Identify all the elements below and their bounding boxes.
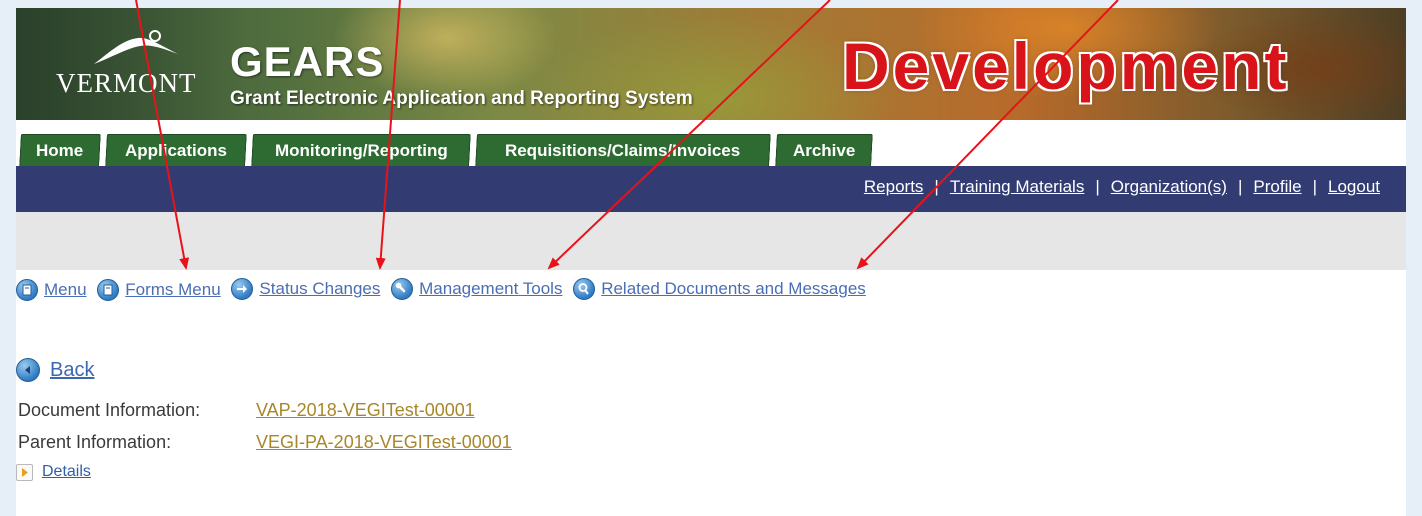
organizations-link[interactable]: Organization(s) [1111,177,1227,196]
menu-item[interactable]: Menu [16,279,87,301]
logout-link[interactable]: Logout [1328,177,1380,196]
related-documents-item[interactable]: Related Documents and Messages [573,278,866,300]
document-number-link[interactable]: VAP-2018-VEGITest-00001 [256,400,475,421]
reports-link[interactable]: Reports [864,177,924,196]
magnifier-icon [573,278,596,300]
details-toggle-row[interactable]: Details [16,463,91,481]
document-icon [16,279,38,301]
back-link[interactable]: Back [50,359,94,382]
environment-label: Development [842,29,1290,103]
details-link[interactable]: Details [42,463,91,481]
utility-nav-bar: Reports | Training Materials | Organization(… [16,166,1406,212]
forms-menu-item[interactable]: Forms Menu [97,279,221,301]
status-changes-item[interactable]: Status Changes [231,278,380,300]
tab-monitoring-reporting[interactable]: Monitoring/Reporting [251,134,471,166]
parent-info-label: Parent Information: [18,432,172,452]
page-frame: VERMONT GEARS Grant Electronic Applicati… [16,8,1406,516]
app-name: GEARS [230,38,385,85]
parent-number-link[interactable]: VEGI-PA-2018-VEGITest-00001 [256,432,512,453]
mountain-icon [94,30,178,64]
tab-archive[interactable]: Archive [775,134,873,166]
forms-menu-link[interactable]: Forms Menu [125,280,220,300]
training-materials-link[interactable]: Training Materials [950,177,1084,196]
tab-home[interactable]: Home [19,134,101,166]
utility-links: Reports | Training Materials | Organization(… [863,177,1380,196]
arrow-right-icon [231,278,254,300]
back-button[interactable]: Back [16,358,94,382]
management-tools-item[interactable]: Management Tools [391,278,562,300]
state-name: VERMONT [56,68,197,98]
expand-triangle-icon[interactable] [16,463,33,481]
tab-applications[interactable]: Applications [105,134,247,166]
menu-link[interactable]: Menu [44,280,87,300]
action-menu: Menu Forms Menu Status Changes Managemen… [16,278,872,302]
app-subtitle: Grant Electronic Application and Reporti… [230,88,693,109]
profile-link[interactable]: Profile [1253,177,1301,196]
arrow-left-icon [16,358,40,382]
management-tools-link[interactable]: Management Tools [419,279,562,299]
related-documents-link[interactable]: Related Documents and Messages [601,279,866,299]
vermont-logo[interactable]: VERMONT [52,30,232,100]
grey-band [16,212,1406,270]
status-changes-link[interactable]: Status Changes [259,279,380,299]
document-info-label: Document Information: [18,400,201,420]
wrench-icon [391,278,414,300]
document-icon [97,279,120,301]
tab-requisitions-claims-invoices[interactable]: Requisitions/Claims/Invoices [475,134,771,166]
header-banner: VERMONT GEARS Grant Electronic Applicati… [16,8,1406,120]
